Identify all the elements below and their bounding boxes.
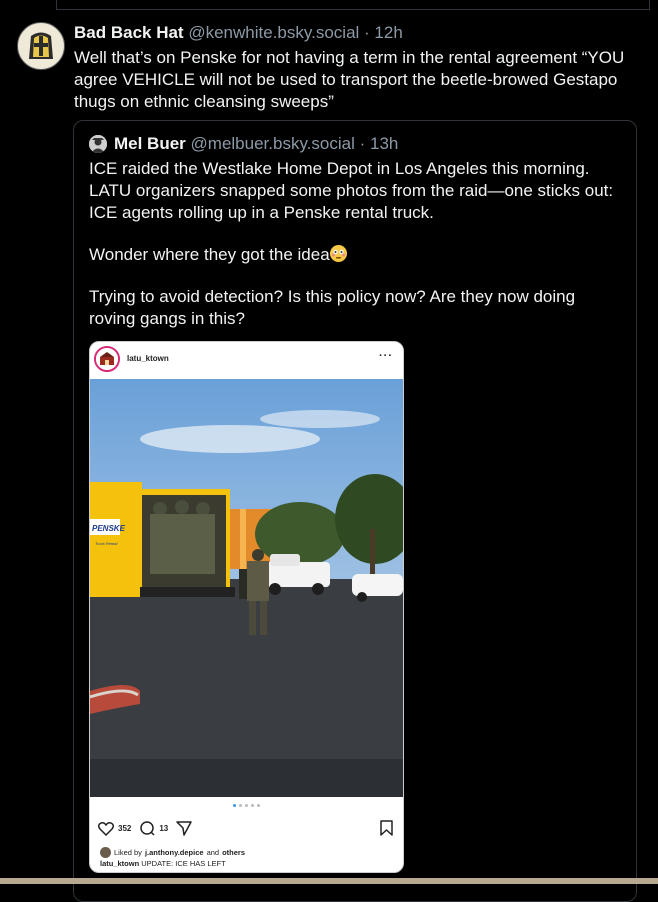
quote-time[interactable]: 13h (370, 134, 398, 153)
instagram-avatar[interactable] (94, 346, 120, 372)
desktop-strip (0, 878, 658, 884)
bookmark-icon[interactable] (380, 820, 393, 841)
instagram-embed-image[interactable]: latu_ktown ··· PENSKE Truck Rental 352 1… (89, 341, 404, 873)
caption-text: UPDATE: ICE HAS LEFT (139, 859, 226, 868)
quote-paragraph-1: ICE raided the Westlake Home Depot in Lo… (89, 159, 614, 222)
author-name[interactable]: Bad Back Hat (74, 23, 184, 42)
carousel-dot[interactable] (233, 804, 236, 807)
post-text: Well that’s on Penske for not having a t… (74, 48, 625, 111)
carousel-dot[interactable] (251, 804, 254, 807)
carousel-dot[interactable] (257, 804, 260, 807)
liker-avatar (100, 847, 111, 858)
header-separator: · (359, 23, 375, 42)
union-logo-icon (96, 348, 118, 370)
quote-author-handle[interactable]: @melbuer.bsky.social (191, 134, 355, 153)
post-time[interactable]: 12h (374, 23, 402, 42)
comments-count: 13 (159, 823, 169, 833)
instagram-header: latu_ktown ··· (90, 342, 403, 379)
liked-by-line: Liked by j.anthony.depice and others (100, 847, 245, 858)
person-avatar-icon (89, 135, 107, 153)
quote-header-separator: · (354, 134, 370, 153)
quote-paragraph-2-text: Wonder where they got the idea (89, 245, 330, 264)
quote-paragraph-3: Trying to avoid detection? Is this polic… (89, 287, 576, 328)
carousel-dot[interactable] (245, 804, 248, 807)
quote-author-name[interactable]: Mel Buer (114, 134, 186, 153)
more-options-icon[interactable]: ··· (379, 350, 393, 362)
liked-by-prefix: Liked by (114, 848, 142, 857)
likes-count: 352 (118, 823, 132, 833)
author-avatar[interactable] (17, 22, 65, 70)
post-header: Bad Back Hat @kenwhite.bsky.social · 12h (74, 22, 403, 44)
quote-paragraph-2: Wonder where they got the idea (89, 244, 624, 266)
truck-sub-text: Truck Rental (95, 541, 117, 546)
instagram-caption: latu_ktown UPDATE: ICE HAS LEFT (100, 859, 226, 868)
flushed-face-emoji-icon (329, 245, 347, 262)
heart-icon[interactable] (98, 821, 114, 836)
carousel-indicator[interactable] (90, 804, 403, 807)
instagram-actions: 352 13 (98, 820, 193, 836)
carousel-dot[interactable] (239, 804, 242, 807)
quoted-post[interactable]: Mel Buer @melbuer.bsky.social · 13h ICE … (73, 120, 637, 902)
quote-text: ICE raided the Westlake Home Depot in Lo… (89, 158, 624, 350)
share-icon[interactable] (176, 820, 193, 836)
comment-icon[interactable] (139, 820, 155, 836)
liked-by-suffix: and (206, 848, 220, 857)
liked-by-user[interactable]: j.anthony.depice (145, 848, 204, 857)
liked-by-others[interactable]: others (222, 848, 245, 857)
previous-post-border (56, 0, 650, 10)
truck-brand-text: PENSKE (92, 524, 126, 533)
raid-photo: PENSKE Truck Rental (90, 379, 403, 797)
quote-header: Mel Buer @melbuer.bsky.social · 13h (114, 133, 398, 155)
caption-username[interactable]: latu_ktown (100, 859, 139, 868)
quote-author-avatar[interactable] (89, 135, 107, 153)
hat-logo-icon (19, 24, 63, 68)
instagram-username[interactable]: latu_ktown (127, 354, 169, 363)
author-handle[interactable]: @kenwhite.bsky.social (188, 23, 359, 42)
